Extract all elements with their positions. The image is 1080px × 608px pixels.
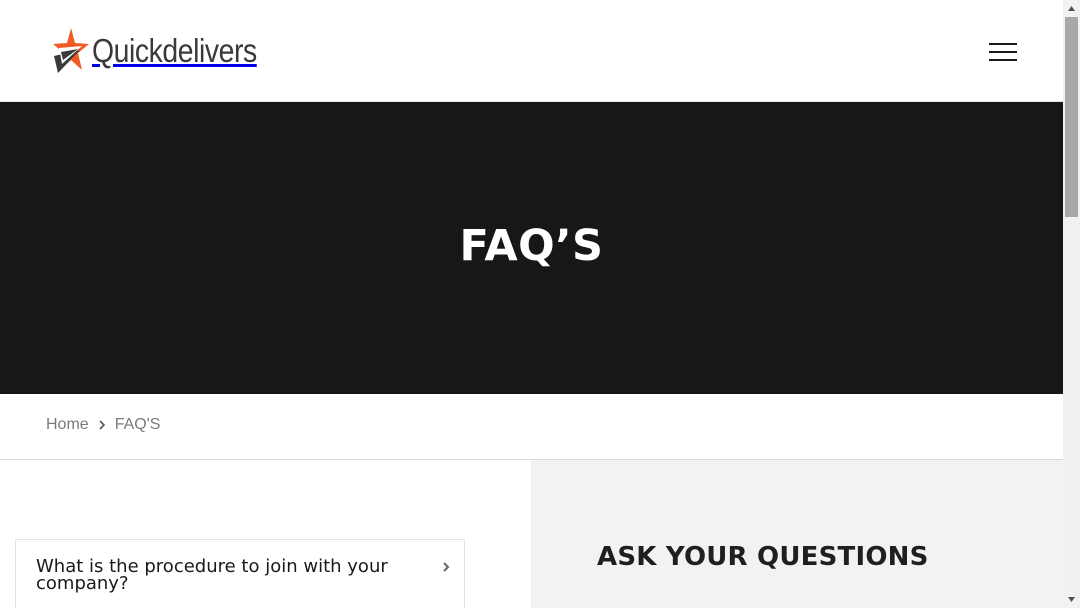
- page-hero: FAQ’S: [0, 102, 1063, 394]
- scroll-down-arrow-icon[interactable]: [1063, 591, 1080, 608]
- faq-section: What is the procedure to join with your …: [0, 460, 531, 608]
- scroll-up-arrow-icon[interactable]: [1063, 0, 1080, 17]
- scrollbar-thumb[interactable]: [1065, 17, 1078, 217]
- brand-name: Quickdelivers: [92, 32, 257, 69]
- star-logo-icon: [53, 28, 89, 73]
- ask-questions-title: ASK YOUR QUESTIONS: [597, 542, 929, 572]
- faq-accordion-item[interactable]: What is the procedure to join with your …: [15, 539, 465, 608]
- breadcrumb: Home FAQ'S: [46, 416, 160, 434]
- page: Quickdelivers FAQ’S Home FAQ'S What is t…: [0, 0, 1063, 608]
- site-header: Quickdelivers: [0, 0, 1063, 102]
- vertical-scrollbar[interactable]: [1063, 0, 1080, 608]
- chevron-right-icon: [99, 420, 105, 430]
- chevron-right-icon: [443, 562, 450, 572]
- hamburger-menu-icon[interactable]: [986, 38, 1020, 66]
- breadcrumb-current: FAQ'S: [114, 416, 161, 433]
- ask-questions-section: ASK YOUR QUESTIONS: [531, 460, 1063, 608]
- site-logo[interactable]: Quickdelivers: [52, 26, 284, 76]
- breadcrumb-home[interactable]: Home: [46, 416, 89, 434]
- page-title: FAQ’S: [459, 221, 604, 271]
- faq-question: What is the procedure to join with your …: [36, 556, 388, 594]
